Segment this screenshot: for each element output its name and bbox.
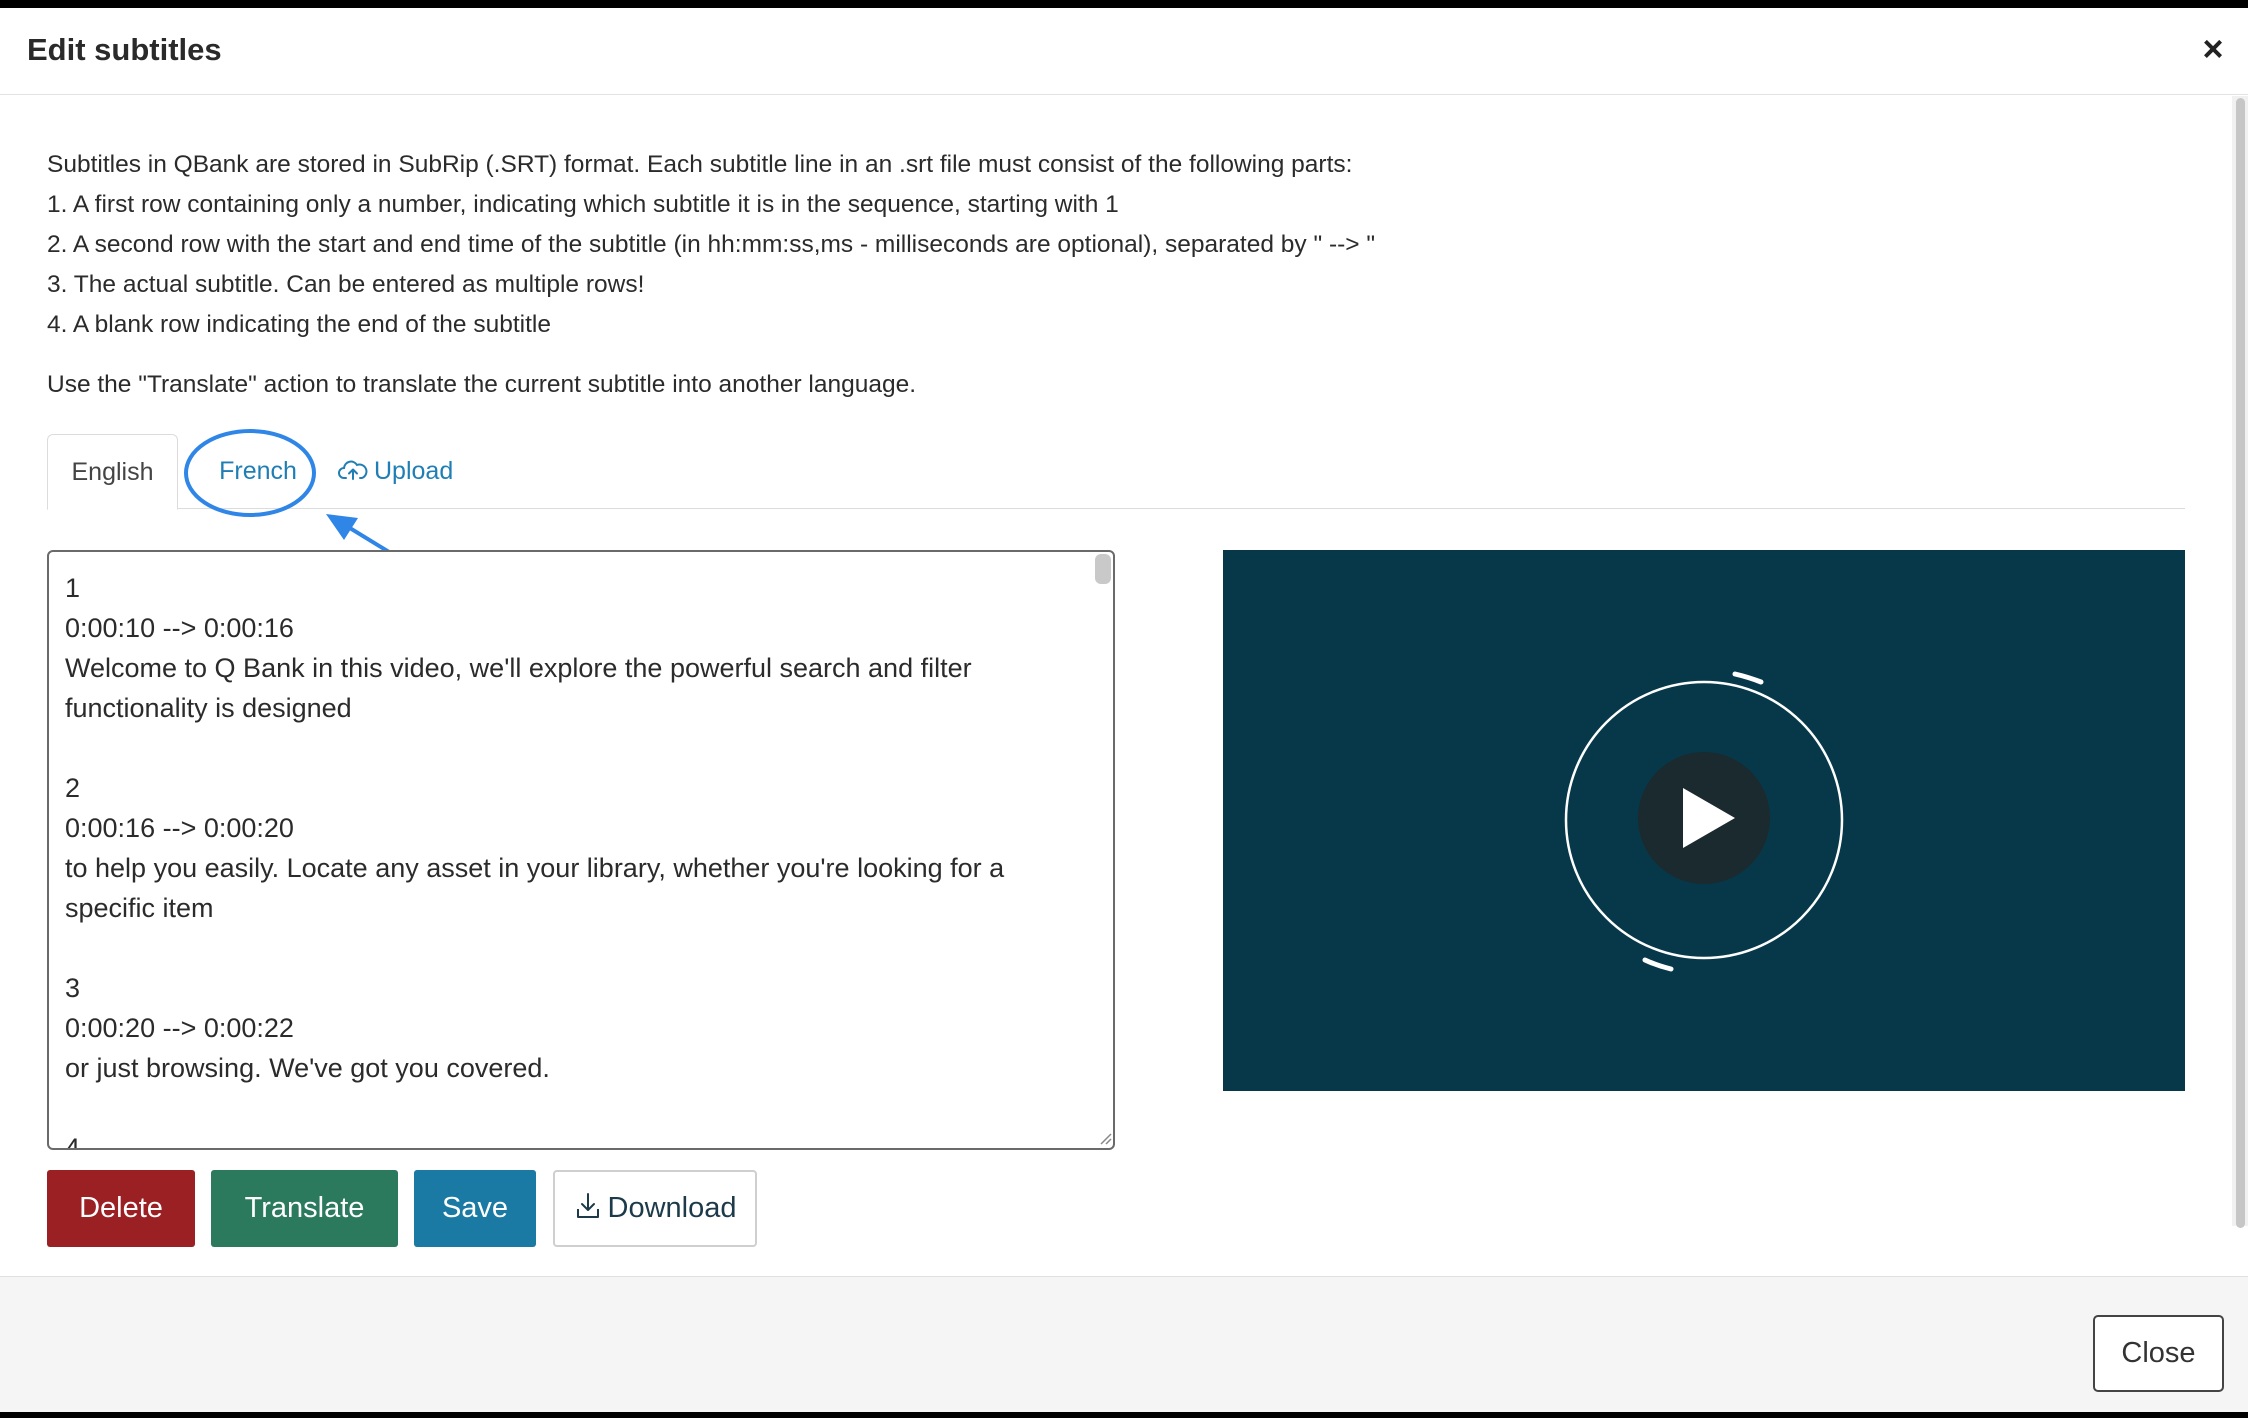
close-button[interactable]: Close xyxy=(2093,1315,2224,1392)
video-player[interactable] xyxy=(1223,550,2185,1091)
tab-english[interactable]: English xyxy=(47,434,178,510)
download-button-label: Download xyxy=(607,1192,737,1224)
dialog-footer: Close xyxy=(0,1276,2248,1412)
delete-button[interactable]: Delete xyxy=(47,1170,195,1247)
dialog-header: Edit subtitles × xyxy=(0,8,2248,95)
resize-grip-icon[interactable] xyxy=(1097,1130,1113,1146)
instruction-step-4: 4. A blank row indicating the end of the… xyxy=(47,311,551,338)
save-button[interactable]: Save xyxy=(414,1170,536,1247)
edit-subtitles-dialog: Edit subtitles × Subtitles in QBank are … xyxy=(0,8,2248,1412)
dialog-title: Edit subtitles xyxy=(27,32,222,67)
language-tabs: English French Upload xyxy=(47,426,2185,510)
dialog-scrollbar-thumb[interactable] xyxy=(2236,98,2245,1228)
instruction-step-2: 2. A second row with the start and end t… xyxy=(47,231,1376,258)
download-button[interactable]: Download xyxy=(553,1170,757,1247)
cloud-upload-icon xyxy=(338,460,368,481)
subtitle-editor[interactable]: 1 0:00:10 --> 0:00:16 Welcome to Q Bank … xyxy=(47,550,1115,1150)
editor-scrollbar-thumb[interactable] xyxy=(1095,554,1111,584)
instruction-step-1: 1. A first row containing only a number,… xyxy=(47,191,1119,218)
close-icon[interactable]: × xyxy=(2196,31,2230,67)
subtitle-text[interactable]: 1 0:00:10 --> 0:00:16 Welcome to Q Bank … xyxy=(65,568,1075,1148)
instructions-intro: Subtitles in QBank are stored in SubRip … xyxy=(47,151,1353,178)
translate-note: Use the "Translate" action to translate … xyxy=(47,371,917,398)
spinner-arc-top xyxy=(1732,671,1764,685)
spinner-arc-bottom xyxy=(1642,957,1674,972)
translate-button[interactable]: Translate xyxy=(211,1170,398,1247)
tab-upload-label: Upload xyxy=(374,457,454,485)
highlight-ellipse-annotation xyxy=(184,429,316,517)
download-icon xyxy=(576,1193,599,1219)
tab-upload[interactable]: Upload xyxy=(338,434,478,510)
instruction-step-3: 3. The actual subtitle. Can be entered a… xyxy=(47,271,645,298)
tab-english-label: English xyxy=(71,458,154,486)
